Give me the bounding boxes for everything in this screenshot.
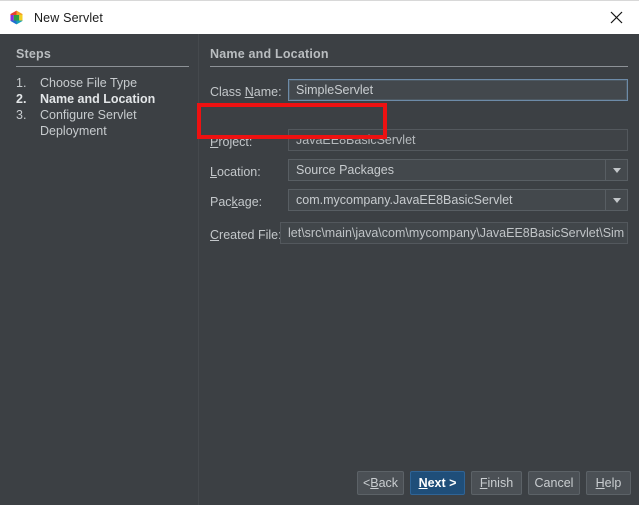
step-label: Choose File Type <box>40 76 138 90</box>
close-icon <box>610 11 623 24</box>
title-bar: New Servlet <box>0 0 639 34</box>
title-bar-left: New Servlet <box>0 8 593 27</box>
cancel-button-label: Cancel <box>534 476 574 490</box>
step-label: Configure Servlet <box>40 108 137 122</box>
chevron-down-icon[interactable] <box>605 190 627 210</box>
next-button[interactable]: Next > <box>410 471 465 495</box>
back-button-mnemonic: B <box>370 476 379 490</box>
class-name-label-mnemonic: N <box>244 85 254 99</box>
class-name-value: SimpleServlet <box>296 83 374 97</box>
section-heading: Name and Location <box>210 47 329 61</box>
help-button-mnemonic: H <box>595 476 605 490</box>
class-name-label: Class Name: <box>210 85 282 99</box>
created-file-label: Created File: <box>210 228 282 242</box>
dialog-body: Steps 1. Choose File Type 2. Name and Lo… <box>0 34 639 505</box>
name-and-location-pane: Name and Location Class Name: SimpleServ… <box>199 34 639 505</box>
package-label-pre: Pac <box>210 195 232 209</box>
created-file-field: let\src\main\java\com\mycompany\JavaEE8B… <box>280 222 628 244</box>
step-item-2: 2. Name and Location <box>16 91 196 107</box>
location-label: Location: <box>210 165 261 179</box>
section-heading-rule <box>210 66 628 67</box>
netbeans-hexagon-icon <box>8 8 25 27</box>
step-number: 3. <box>16 108 27 122</box>
created-file-label-mnemonic: C <box>210 228 220 242</box>
package-combobox[interactable]: com.mycompany.JavaEE8BasicServlet <box>288 189 628 211</box>
project-field: JavaEE8BasicServlet <box>288 129 628 151</box>
back-button-post: ack <box>378 476 399 490</box>
help-button-post: elp <box>604 476 622 490</box>
steps-heading: Steps <box>16 47 52 61</box>
step-number: 1. <box>16 76 27 90</box>
next-button-mnemonic: N <box>418 476 428 490</box>
steps-pane: Steps 1. Choose File Type 2. Name and Lo… <box>0 34 198 505</box>
package-label: Package: <box>210 195 262 209</box>
back-button-pre: < <box>362 476 371 490</box>
close-button[interactable] <box>593 1 639 34</box>
window-title: New Servlet <box>34 10 104 25</box>
new-servlet-dialog: New Servlet Steps 1. Choose File Type 2.… <box>0 0 639 505</box>
next-button-post: ext > <box>427 476 457 490</box>
step-item-3: 3. Configure Servlet <box>16 107 196 123</box>
chevron-down-icon[interactable] <box>605 160 627 180</box>
created-file-value: let\src\main\java\com\mycompany\JavaEE8B… <box>288 226 625 240</box>
package-label-post: age: <box>237 195 263 209</box>
steps-heading-rule <box>16 66 189 67</box>
class-name-label-post: ame: <box>253 85 282 99</box>
project-value: JavaEE8BasicServlet <box>296 133 416 147</box>
class-name-input[interactable]: SimpleServlet <box>288 79 628 101</box>
location-combobox[interactable]: Source Packages <box>288 159 628 181</box>
location-label-post: ocation: <box>216 165 261 179</box>
finish-button-mnemonic: F <box>479 476 488 490</box>
button-bar: < Back Next > Finish Cancel Help <box>0 471 639 505</box>
finish-button[interactable]: Finish <box>471 471 522 495</box>
step-item-3-continuation: Deployment <box>40 124 107 138</box>
location-label-mnemonic: L <box>210 165 217 179</box>
cancel-button[interactable]: Cancel <box>528 471 580 495</box>
step-item-1: 1. Choose File Type <box>16 75 196 91</box>
location-value: Source Packages <box>296 163 394 177</box>
step-number: 2. <box>16 92 27 106</box>
help-button[interactable]: Help <box>586 471 631 495</box>
package-value: com.mycompany.JavaEE8BasicServlet <box>296 193 513 207</box>
class-name-label-pre: Class <box>210 85 245 99</box>
created-file-label-post: reated File: <box>219 228 282 242</box>
step-label: Name and Location <box>40 92 156 106</box>
finish-button-post: inish <box>487 476 514 490</box>
project-label-post: roject: <box>218 135 253 149</box>
steps-list: 1. Choose File Type 2. Name and Location… <box>16 75 196 139</box>
project-label: Project: <box>210 135 252 149</box>
back-button[interactable]: < Back <box>357 471 404 495</box>
